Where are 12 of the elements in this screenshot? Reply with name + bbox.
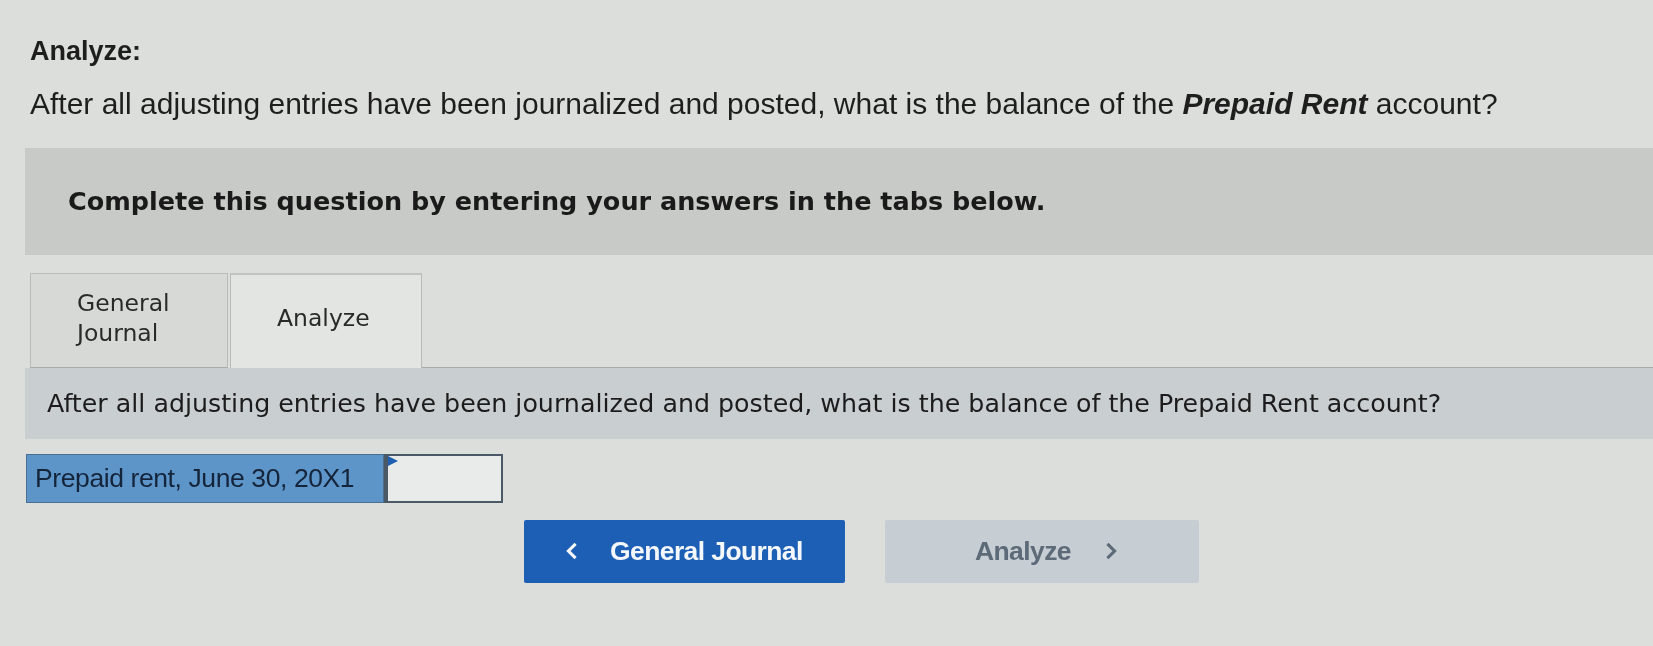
instruction-text: Complete this question by entering your answers in the tabs below.: [68, 186, 1046, 217]
section-heading: Analyze:: [30, 36, 142, 68]
chevron-left-icon: [566, 541, 578, 562]
chevron-right-icon: [1104, 541, 1117, 562]
tab[interactable]: Analyze: [230, 272, 422, 368]
answer-label: Prepaid rent, June 30, 20X1: [26, 453, 384, 503]
question-text: After all adjusting entries have been journalized and posted, what is the balance of the Prepaid Rent account?: [30, 87, 1498, 122]
answer-field[interactable]: [384, 453, 503, 503]
previous-button[interactable]: General Journal: [524, 519, 845, 583]
tab[interactable]: General Journal: [30, 272, 228, 368]
question-text: After all adjusting entries have been journalized and posted, what is the balance of the Prepaid Rent account?: [47, 388, 1442, 418]
corner-marker-icon: [388, 455, 398, 466]
